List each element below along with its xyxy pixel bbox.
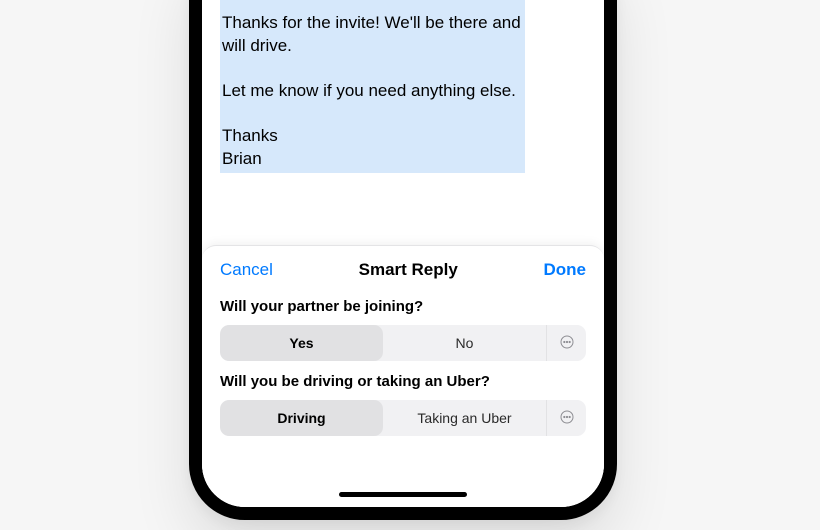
smart-reply-sheet: Cancel Smart Reply Done Will your partne… [202, 245, 604, 507]
phone-frame: Hi Jasmine Thanks for the invite! We'll … [189, 0, 617, 520]
more-options-button[interactable] [546, 325, 586, 361]
draft-line: Let me know if you need anything else. [222, 80, 521, 103]
more-options-button[interactable] [546, 400, 586, 436]
segmented-control: Driving Taking an Uber [220, 400, 586, 436]
question-prompt: Will you be driving or taking an Uber? [220, 373, 586, 390]
draft-line: Thanks for the invite! We'll be there an… [222, 12, 521, 35]
choice-option[interactable]: Taking an Uber [383, 400, 546, 436]
choice-option[interactable]: Driving [220, 400, 383, 436]
ellipsis-icon [559, 334, 575, 353]
email-draft-area: Hi Jasmine Thanks for the invite! We'll … [202, 0, 604, 197]
cancel-button[interactable]: Cancel [220, 260, 273, 280]
segmented-control: Yes No [220, 325, 586, 361]
question-prompt: Will your partner be joining? [220, 298, 586, 315]
draft-line: Brian [222, 148, 521, 171]
choice-option[interactable]: No [383, 325, 546, 361]
question-section: Will you be driving or taking an Uber? D… [202, 367, 604, 442]
screen: Hi Jasmine Thanks for the invite! We'll … [202, 0, 604, 507]
choice-option[interactable]: Yes [220, 325, 383, 361]
draft-line: Thanks [222, 125, 521, 148]
sheet-header: Cancel Smart Reply Done [202, 246, 604, 292]
home-indicator[interactable] [339, 492, 467, 497]
ellipsis-icon [559, 409, 575, 428]
question-section: Will your partner be joining? Yes No [202, 292, 604, 367]
email-draft-highlight[interactable]: Hi Jasmine Thanks for the invite! We'll … [220, 0, 525, 173]
draft-line: will drive. [222, 35, 521, 58]
done-button[interactable]: Done [544, 260, 587, 280]
sheet-title: Smart Reply [359, 260, 458, 280]
